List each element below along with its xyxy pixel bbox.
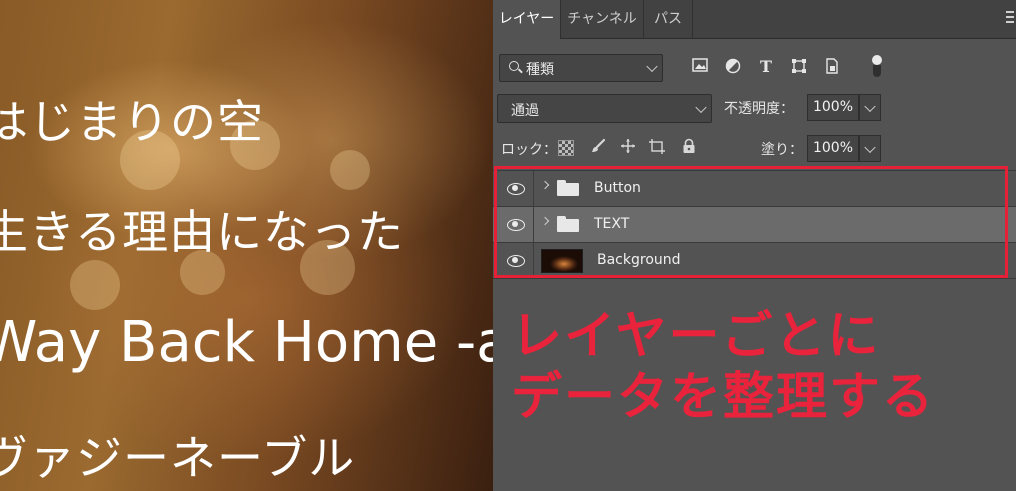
lock-all-icon[interactable]: [680, 138, 698, 156]
canvas-text-line: Way Back Home -ac: [0, 310, 493, 375]
lock-transparent-pixels-icon[interactable]: [558, 140, 574, 156]
smart-object-filter-icon[interactable]: [823, 58, 841, 76]
tab-layers[interactable]: レイヤー: [493, 0, 561, 39]
bokeh-light: [70, 260, 120, 310]
chevron-down-icon: [695, 101, 707, 113]
fill-label: 塗り：: [761, 142, 803, 158]
blend-mode-value: 通過: [511, 103, 539, 119]
fill-dropdown-button[interactable]: [859, 135, 881, 162]
document-canvas[interactable]: はじまりの空 生きる理由になった Way Back Home -ac ヴァジーネ…: [0, 0, 493, 491]
fill-value[interactable]: 100%: [807, 135, 859, 162]
blend-mode-dropdown[interactable]: 通過: [497, 94, 712, 123]
annotation-text: レイヤーごとに データを整理する: [511, 306, 935, 428]
search-icon: [509, 61, 519, 71]
text-filter-icon[interactable]: T: [757, 58, 775, 76]
canvas-text-line: ヴァジーネーブル: [0, 431, 356, 485]
chevron-down-icon: [864, 100, 876, 112]
fill-field[interactable]: 100%: [807, 135, 881, 162]
chevron-down-icon: [646, 60, 658, 73]
chevron-down-icon: [864, 141, 876, 153]
lock-artboard-icon[interactable]: [648, 138, 666, 156]
lock-position-icon[interactable]: [619, 138, 637, 156]
panel-tab-bar: レイヤー チャンネル パス: [493, 0, 1016, 39]
tab-paths[interactable]: パス: [644, 0, 693, 38]
adjustment-filter-icon[interactable]: [724, 58, 742, 76]
layers-panel: レイヤー チャンネル パス 種類 T 通過 不透明度： 100% ロック： 塗り…: [493, 0, 1016, 491]
tab-channels[interactable]: チャンネル: [561, 0, 644, 38]
image-filter-icon[interactable]: [691, 58, 709, 76]
annotation-line: データを整理する: [511, 368, 936, 427]
opacity-value[interactable]: 100%: [807, 94, 859, 121]
annotation-highlight-box: [494, 166, 1008, 278]
panel-menu-icon[interactable]: [1006, 11, 1014, 25]
opacity-field[interactable]: 100%: [807, 94, 881, 121]
layer-filter-dropdown[interactable]: 種類: [499, 54, 663, 82]
filter-kind-label: 種類: [526, 62, 554, 78]
opacity-dropdown-button[interactable]: [859, 94, 881, 121]
annotation-line: レイヤーごとに: [511, 307, 881, 366]
canvas-text-line: はじまりの空: [0, 95, 264, 149]
bokeh-light: [330, 150, 370, 190]
opacity-label: 不透明度：: [724, 101, 794, 117]
lock-image-pixels-icon[interactable]: [589, 138, 607, 156]
shape-filter-icon[interactable]: [790, 58, 808, 76]
lock-label: ロック：: [501, 142, 557, 158]
filter-toggle-icon[interactable]: [871, 55, 883, 79]
canvas-text-line: 生きる理由になった: [0, 205, 405, 259]
